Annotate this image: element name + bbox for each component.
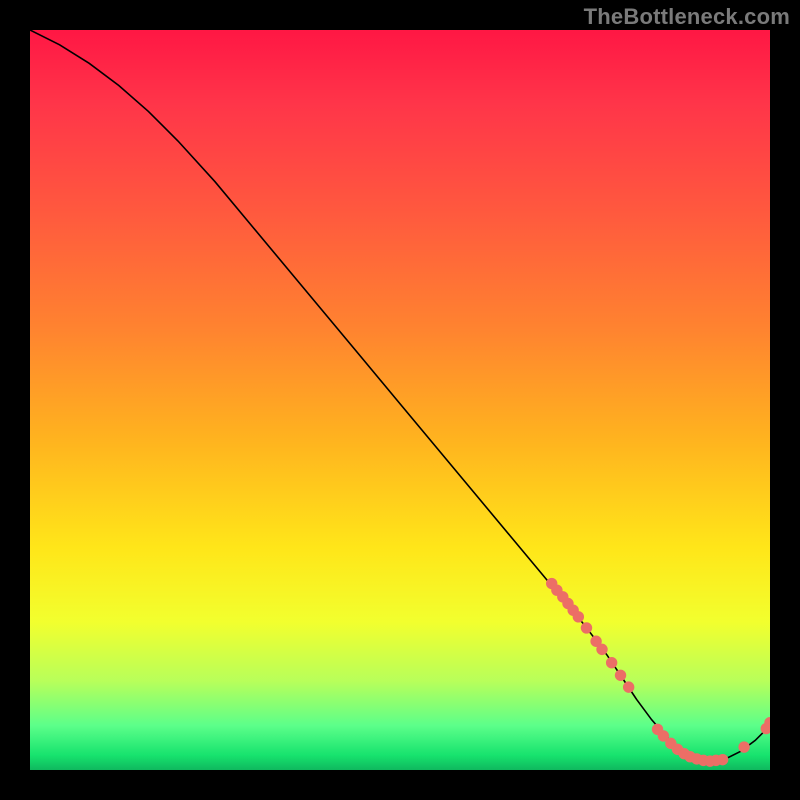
scatter-point [615,670,625,680]
watermark-text: TheBottleneck.com [584,4,790,30]
scatter-point [581,623,591,633]
scatter-point [623,682,633,692]
chart-overlay [30,30,770,770]
scatter-point [717,754,727,764]
scatter-point [597,644,607,654]
chart-frame: TheBottleneck.com [0,0,800,800]
scatter-point [606,658,616,668]
bottleneck-curve [30,30,770,761]
scatter-points [547,578,771,766]
scatter-point [739,742,749,752]
scatter-point [573,612,583,622]
